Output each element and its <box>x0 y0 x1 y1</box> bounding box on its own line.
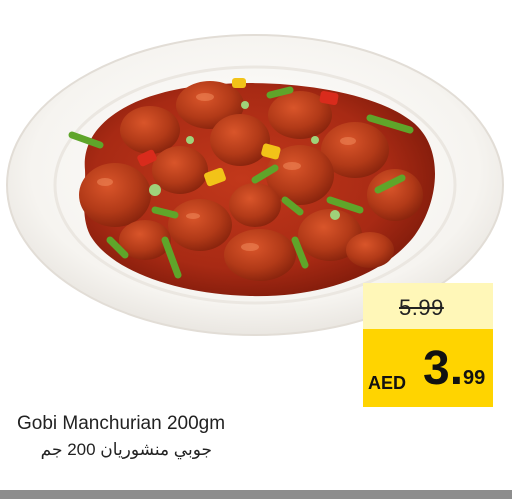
old-price: 5.99 <box>399 295 444 320</box>
new-price-integer: 3. <box>423 342 464 395</box>
new-price: 3.99 <box>423 341 485 396</box>
price-tag: 5.99 AED 3.99 <box>363 283 493 407</box>
product-name-english: Gobi Manchurian 200gm <box>17 413 226 434</box>
product-card[interactable]: 5.99 AED 3.99 Gobi Manchurian 200gm جوبي… <box>0 0 512 499</box>
product-name-arabic: جوبي منشوريان 200 جم <box>40 440 212 459</box>
bottom-bar <box>0 490 512 499</box>
old-price-row: 5.99 <box>363 283 493 329</box>
currency-label: AED <box>368 373 407 393</box>
new-price-decimal: 99 <box>463 367 486 389</box>
